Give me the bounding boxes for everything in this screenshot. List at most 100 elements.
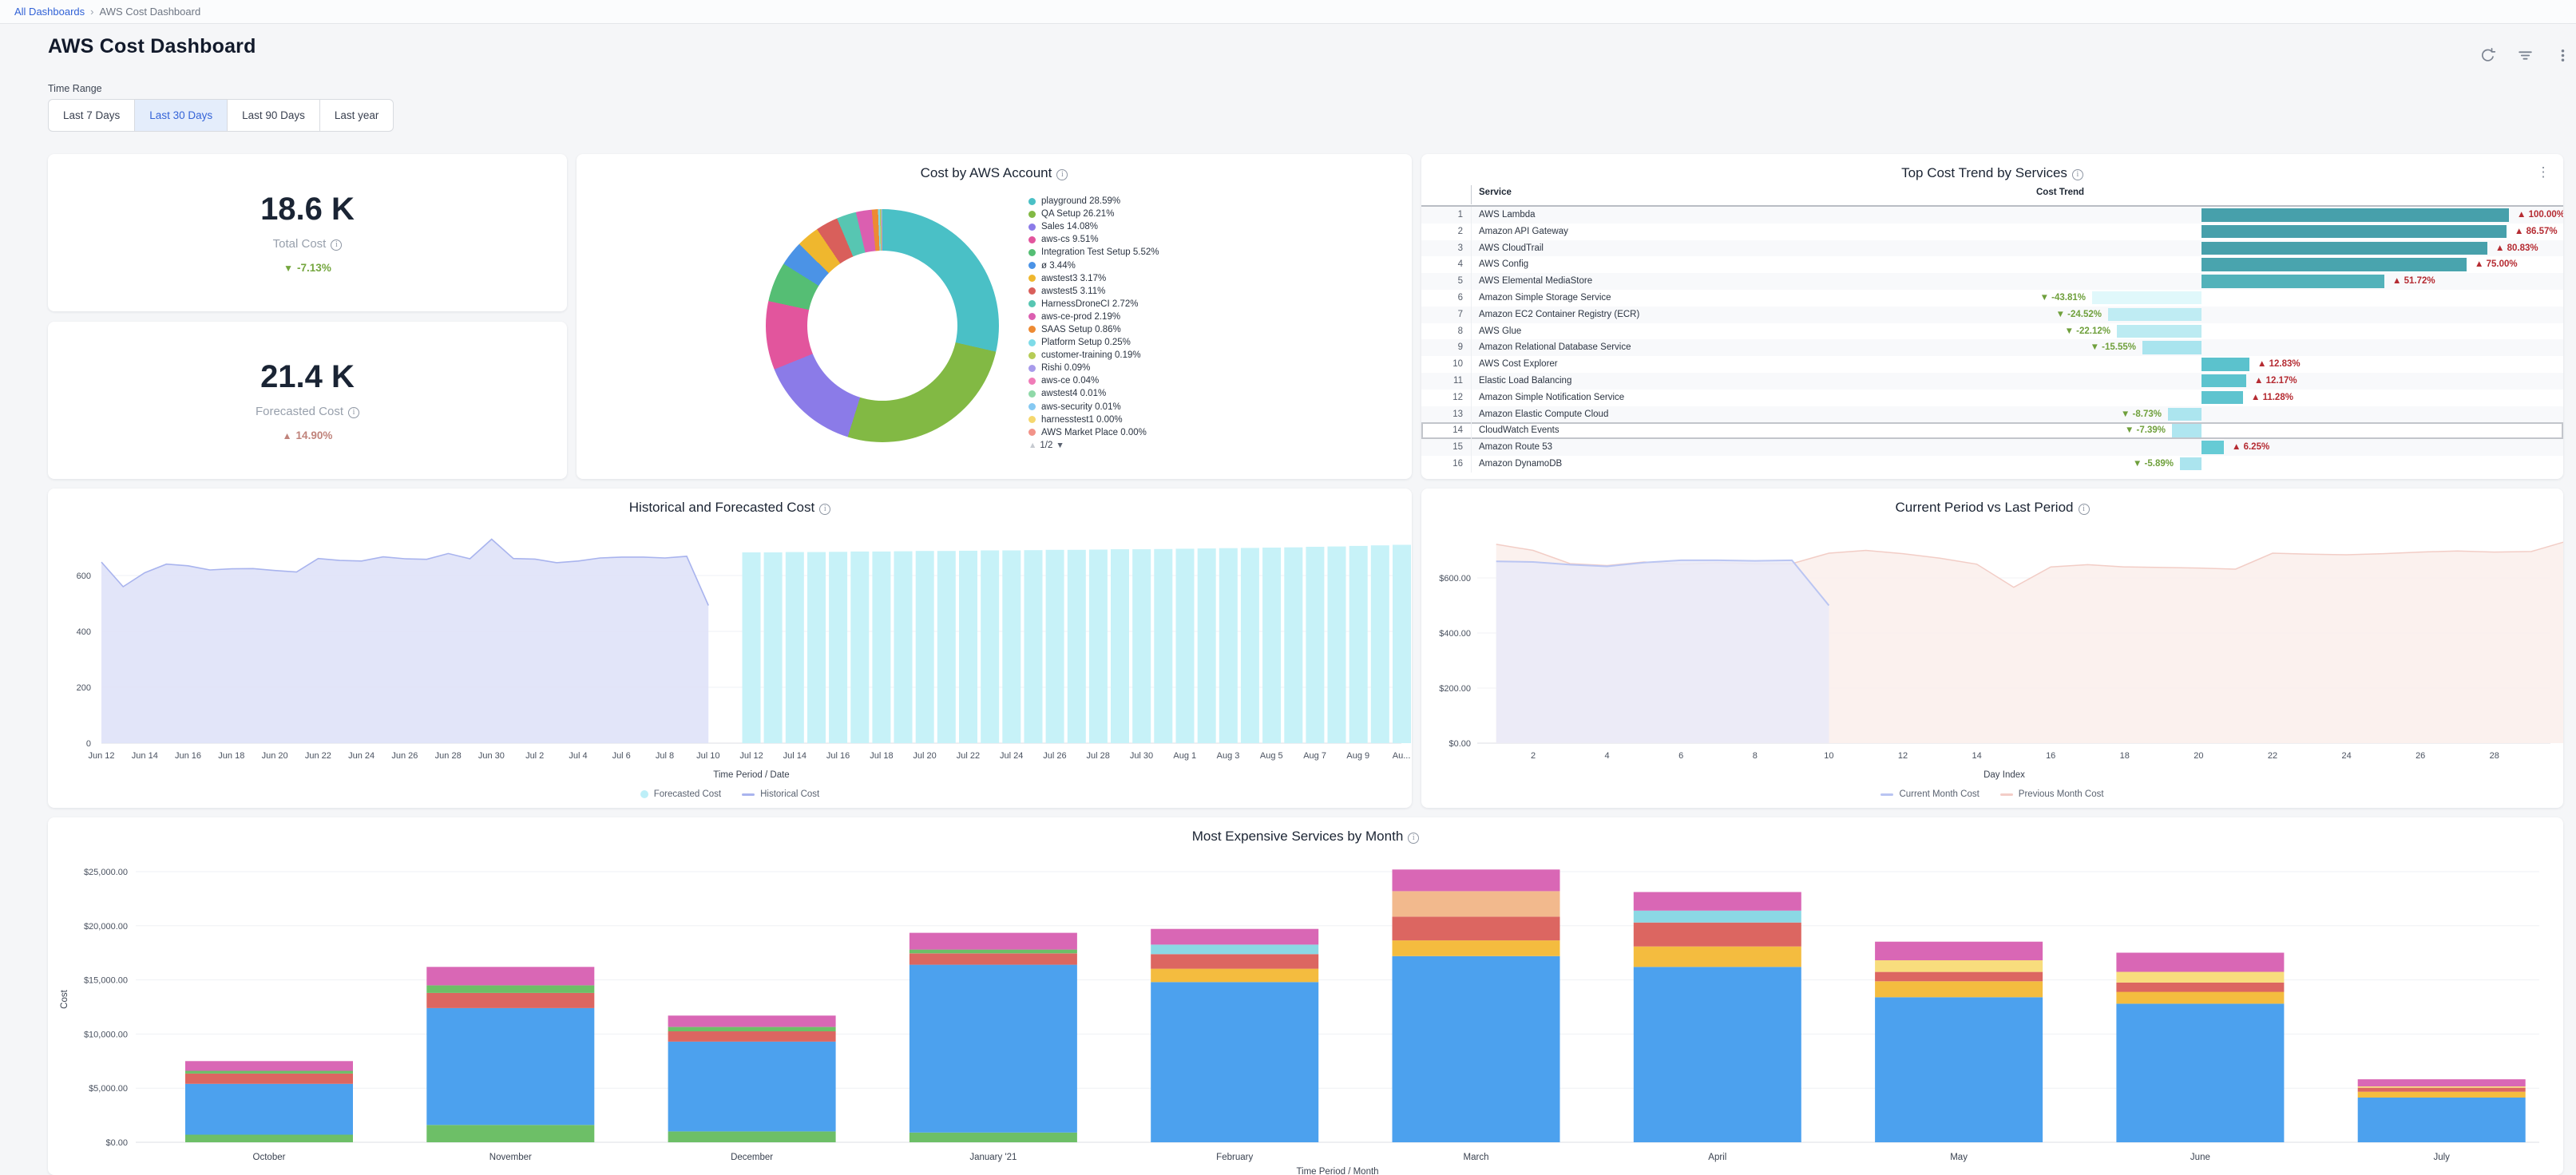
- table-row-amazon-api-gateway[interactable]: 2Amazon API Gateway▲ 86.57%: [1421, 224, 2563, 240]
- refresh-icon[interactable]: [2479, 46, 2496, 64]
- column-header-service[interactable]: Service: [1479, 188, 1512, 197]
- trend-percent: ▼ -43.81%: [2040, 290, 2086, 307]
- legend-line-icon: [2000, 793, 2013, 796]
- donut-legend-item[interactable]: awstest5 3.11%: [1028, 285, 1159, 298]
- svg-text:Aug 3: Aug 3: [1217, 751, 1240, 761]
- info-icon[interactable]: [2079, 504, 2090, 515]
- svg-text:$20,000.00: $20,000.00: [84, 922, 128, 932]
- legend-current-month-cost[interactable]: Current Month Cost: [1880, 789, 1979, 799]
- most-expensive-services-chart[interactable]: $25,000.00$20,000.00$15,000.00$10,000.00…: [48, 817, 2563, 1175]
- filter-icon[interactable]: [2516, 46, 2534, 64]
- donut-legend-label: playground 28.59%: [1041, 196, 1120, 206]
- pager-down-icon[interactable]: ▼: [1056, 441, 1064, 450]
- legend-forecasted-cost[interactable]: Forecasted Cost: [640, 789, 721, 799]
- donut-legend-item[interactable]: HarnessDroneCI 2.72%: [1028, 298, 1159, 311]
- table-header: Service Cost Trend: [1421, 182, 2563, 207]
- donut-legend-item[interactable]: Integration Test Setup 5.52%: [1028, 246, 1159, 259]
- historical-forecasted-chart[interactable]: 6004002000Jun 12Jun 14Jun 16Jun 18Jun 20…: [48, 489, 1412, 808]
- svg-text:Aug 9: Aug 9: [1346, 751, 1369, 761]
- svg-text:26: 26: [2415, 751, 2425, 761]
- kebab-menu-icon[interactable]: [2554, 46, 2571, 64]
- table-row-amazon-route-53[interactable]: 15Amazon Route 53▲ 6.25%: [1421, 439, 2563, 456]
- legend-dot-icon: [1028, 211, 1036, 218]
- donut-legend-label: Integration Test Setup 5.52%: [1041, 247, 1159, 257]
- info-icon[interactable]: [348, 407, 359, 418]
- donut-legend: playground 28.59% QA Setup 26.21%Sales 14…: [1028, 195, 1159, 453]
- donut-legend-item[interactable]: QA Setup 26.21%: [1028, 208, 1159, 220]
- legend-previous-month-cost[interactable]: Previous Month Cost: [2000, 789, 2104, 799]
- trend-bar: [2092, 291, 2201, 305]
- donut-legend-item[interactable]: SAAS Setup 0.86%: [1028, 323, 1159, 336]
- info-icon[interactable]: [331, 239, 342, 251]
- donut-legend-item[interactable]: harnesstest1 0.00%: [1028, 413, 1159, 426]
- row-rank: 16: [1421, 456, 1463, 473]
- table-row-aws-lambda[interactable]: 1AWS Lambda▲ 100.00%: [1421, 207, 2563, 224]
- svg-text:Jun 14: Jun 14: [132, 751, 158, 761]
- table-row-cloudwatch-events[interactable]: 14CloudWatch Events▼ -7.39%: [1421, 422, 2563, 439]
- current-vs-last-period-chart[interactable]: $600.00$400.00$200.00$0.0024681012141618…: [1421, 489, 2563, 808]
- table-row-aws-config[interactable]: 4AWS Config▲ 75.00%: [1421, 256, 2563, 273]
- svg-text:6: 6: [1678, 751, 1683, 761]
- service-name: Elastic Load Balancing: [1479, 373, 1571, 390]
- info-icon[interactable]: [819, 504, 830, 515]
- donut-legend-item[interactable]: playground 28.59%: [1028, 195, 1159, 208]
- info-icon[interactable]: [2072, 169, 2083, 180]
- pager-up-icon[interactable]: ▲: [1028, 441, 1036, 450]
- table-row-aws-glue[interactable]: 8AWS Glue▼ -22.12%: [1421, 323, 2563, 340]
- donut-legend-item[interactable]: awstest4 0.01%: [1028, 387, 1159, 400]
- donut-legend-item[interactable]: aws-cs 9.51%: [1028, 233, 1159, 246]
- donut-legend-label: aws-security 0.01%: [1041, 402, 1121, 412]
- table-row-amazon-elastic-compute-cloud[interactable]: 13Amazon Elastic Compute Cloud▼ -8.73%: [1421, 406, 2563, 423]
- svg-text:Jul 8: Jul 8: [656, 751, 674, 761]
- trend-bar: [2168, 408, 2201, 421]
- legend-dot-icon: [1028, 198, 1036, 205]
- donut-legend-item[interactable]: Platform Setup 0.25%: [1028, 336, 1159, 349]
- column-header-cost-trend[interactable]: Cost Trend: [2036, 188, 2084, 197]
- breadcrumb-all-dashboards-link[interactable]: All Dashboards: [14, 6, 85, 18]
- svg-text:Jul 14: Jul 14: [783, 751, 806, 761]
- svg-text:Jun 18: Jun 18: [218, 751, 244, 761]
- legend-historical-cost[interactable]: Historical Cost: [742, 789, 819, 799]
- donut-legend-item[interactable]: ø 3.44%: [1028, 259, 1159, 271]
- trend-bar: [2142, 341, 2201, 354]
- svg-text:Aug 1: Aug 1: [1173, 751, 1196, 761]
- svg-text:10: 10: [1824, 751, 1833, 761]
- donut-legend-item[interactable]: Sales 14.08%: [1028, 220, 1159, 233]
- pager-label: 1/2: [1040, 441, 1052, 450]
- svg-text:12: 12: [1898, 751, 1908, 761]
- table-row-elastic-load-balancing[interactable]: 11Elastic Load Balancing▲ 12.17%: [1421, 373, 2563, 390]
- donut-legend-item[interactable]: customer-training 0.19%: [1028, 349, 1159, 362]
- donut-legend-item[interactable]: awstest3 3.17%: [1028, 272, 1159, 285]
- trend-percent: ▲ 75.00%: [2475, 256, 2518, 273]
- trend-percent: ▼ -24.52%: [2056, 307, 2102, 323]
- table-row-amazon-simple-storage-service[interactable]: 6Amazon Simple Storage Service▼ -43.81%: [1421, 290, 2563, 307]
- table-row-amazon-dynamodb[interactable]: 16Amazon DynamoDB▼ -5.89%: [1421, 456, 2563, 473]
- row-rank: 1: [1421, 207, 1463, 224]
- table-row-aws-cost-explorer[interactable]: 10AWS Cost Explorer▲ 12.83%: [1421, 356, 2563, 373]
- donut-legend-item[interactable]: aws-security 0.01%: [1028, 401, 1159, 413]
- time-range-option-last-90-days[interactable]: Last 90 Days: [227, 99, 320, 132]
- time-range-option-last-30-days[interactable]: Last 30 Days: [134, 99, 228, 132]
- trend-percent: ▲ 80.83%: [2495, 240, 2538, 257]
- donut-hole: [807, 251, 957, 401]
- info-icon[interactable]: [1056, 169, 1068, 180]
- info-icon[interactable]: [1408, 833, 1419, 844]
- svg-text:4: 4: [1605, 751, 1610, 761]
- donut-legend-item[interactable]: AWS Market Place 0.00%: [1028, 426, 1159, 439]
- legend-dot-icon: [1028, 262, 1036, 269]
- page-title: AWS Cost Dashboard: [48, 35, 256, 58]
- donut-legend-item[interactable]: aws-ce 0.04%: [1028, 374, 1159, 387]
- time-range-option-last-7-days[interactable]: Last 7 Days: [48, 99, 135, 132]
- row-rank: 14: [1421, 422, 1463, 439]
- donut-legend-item[interactable]: Rishi 0.09%: [1028, 362, 1159, 374]
- panel-kebab-icon[interactable]: ⋮: [2536, 164, 2550, 181]
- time-range-option-last-year[interactable]: Last year: [319, 99, 394, 132]
- table-row-aws-cloudtrail[interactable]: 3AWS CloudTrail▲ 80.83%: [1421, 240, 2563, 257]
- table-row-aws-elemental-mediastore[interactable]: 5AWS Elemental MediaStore▲ 51.72%: [1421, 273, 2563, 290]
- donut-legend-item[interactable]: aws-ce-prod 2.19%: [1028, 311, 1159, 323]
- table-row-amazon-relational-database-service[interactable]: 9Amazon Relational Database Service▼ -15…: [1421, 339, 2563, 356]
- table-row-amazon-ec2-container-registry-ecr-[interactable]: 7Amazon EC2 Container Registry (ECR)▼ -2…: [1421, 307, 2563, 323]
- table-row-amazon-simple-notification-service[interactable]: 12Amazon Simple Notification Service▲ 11…: [1421, 390, 2563, 406]
- donut-legend-label: customer-training 0.19%: [1041, 350, 1141, 360]
- svg-text:July: July: [2433, 1153, 2450, 1162]
